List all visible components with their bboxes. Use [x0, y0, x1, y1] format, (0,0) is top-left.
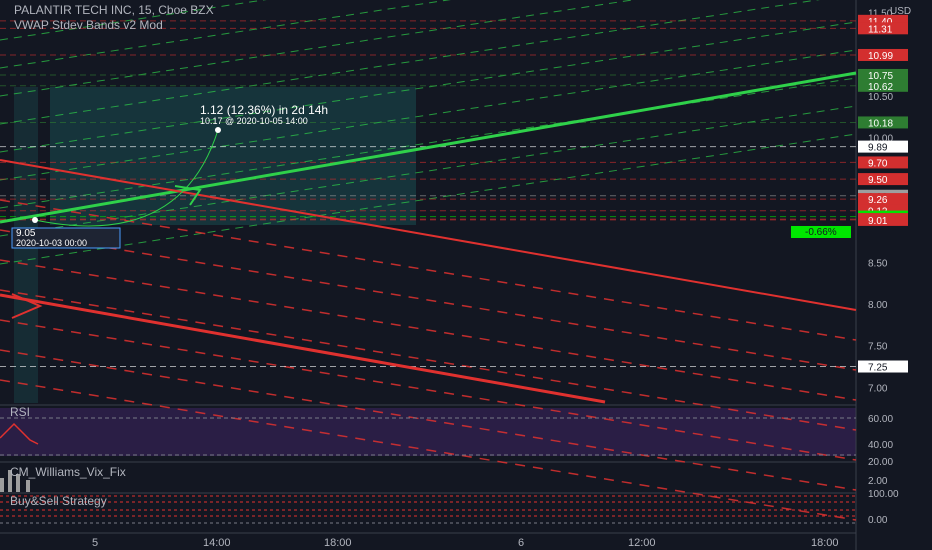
chart-title: PALANTIR TECH INC, 15, Cboe BZX	[14, 3, 214, 17]
price-chart[interactable]: PALANTIR TECH INC, 15, Cboe BZX VWAP Std…	[0, 0, 932, 550]
time-tick: 18:00	[324, 537, 352, 549]
price-badge-text: 9.89	[868, 143, 888, 154]
price-tick: 10.50	[868, 92, 893, 103]
time-tick: 18:00	[811, 537, 839, 549]
time-tick: 5	[92, 537, 98, 549]
rsi-tick: 40.00	[868, 440, 893, 451]
start-time-label: 2020-10-03 00:00	[16, 238, 87, 248]
rsi-tick: 60.00	[868, 414, 893, 425]
price-tick: 7.00	[868, 383, 888, 394]
rsi-label: RSI	[10, 405, 30, 419]
price-badge-text: 11.31	[868, 24, 893, 35]
strategy-lines	[0, 495, 856, 524]
measure-start-dot[interactable]	[32, 217, 38, 223]
rsi-tick: 20.00	[868, 457, 893, 468]
price-badge-text: 10.62	[868, 82, 893, 93]
measure-end-label: 10.17 @ 2020-10-05 14:00	[200, 116, 308, 126]
time-tick: 14:00	[203, 537, 231, 549]
measure-text: 1.12 (12.36%) in 2d 14h	[200, 103, 328, 117]
price-badge-text: 10.18	[868, 118, 893, 129]
time-tick: 12:00	[628, 537, 656, 549]
rsi-pane-band	[0, 408, 856, 456]
price-badge-text: 9.01	[868, 216, 888, 227]
measure-end-dot[interactable]	[215, 127, 221, 133]
change-badge-text: -0.66%	[805, 227, 837, 238]
price-badge-text: 10.99	[868, 51, 893, 62]
price-tick: 8.00	[868, 300, 888, 311]
price-badge-text: 9.70	[868, 158, 888, 169]
vix-tick: 2.00	[868, 476, 888, 487]
time-tick: 6	[518, 537, 524, 549]
strategy-label: Buy&Sell Strategy	[10, 494, 107, 508]
price-badge-text: 7.25	[868, 363, 888, 374]
price-badge-text: 9.26	[868, 195, 888, 206]
vix-label: CM_Williams_Vix_Fix	[10, 465, 126, 479]
strategy-tick: 100.00	[868, 489, 899, 500]
price-badge-text: 9.50	[868, 175, 888, 186]
strategy-tick: 0.00	[868, 515, 888, 526]
price-tick: 8.50	[868, 258, 888, 269]
price-tick: 7.50	[868, 342, 888, 353]
indicator-label: VWAP Stdev Bands v2 Mod	[14, 18, 163, 32]
